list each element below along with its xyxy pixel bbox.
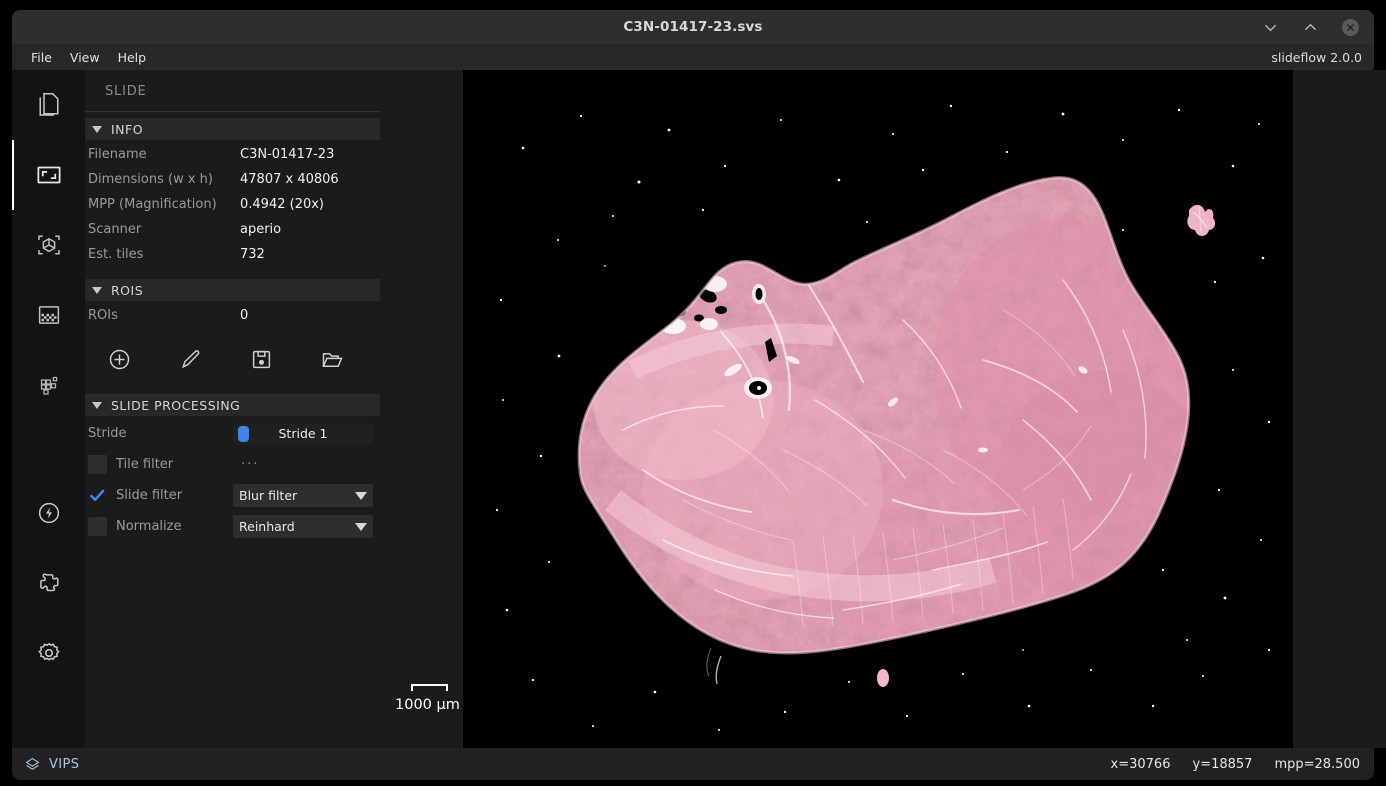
active-indicator — [12, 140, 14, 210]
slide-filter-value: Blur filter — [239, 488, 298, 503]
rail-item-documents[interactable] — [12, 70, 85, 140]
load-roi-icon[interactable] — [318, 345, 346, 373]
roi-toolbar — [85, 328, 380, 390]
slide-viewer[interactable]: 1000 µm — [380, 70, 1386, 748]
info-row-mpp: MPP (Magnification) 0.4942 (20x) — [85, 192, 380, 217]
slide-filter-checkbox[interactable] — [88, 486, 107, 505]
slide-filter-dropdown[interactable]: Blur filter — [233, 484, 373, 507]
tile-filter-more-button[interactable]: ··· — [241, 457, 259, 472]
section-title-slide-processing: SLIDE PROCESSING — [111, 397, 241, 413]
panel-title: SLIDE — [105, 84, 147, 99]
normalize-checkbox[interactable] — [88, 517, 107, 536]
rail-item-settings[interactable] — [12, 618, 85, 688]
tile-filter-row: Tile filter ··· — [85, 449, 380, 480]
stride-row: Stride Stride 1 — [85, 418, 380, 449]
rail-spacer — [12, 420, 85, 478]
chevron-down-icon — [355, 522, 367, 531]
info-row-scanner: Scanner aperio — [85, 217, 380, 242]
scale-bar-line — [411, 684, 448, 691]
chevron-down-icon — [355, 491, 367, 500]
slide-filter-row: Slide filter Blur filter — [85, 480, 380, 511]
window-controls — [1260, 10, 1360, 44]
info-value: 732 — [240, 247, 265, 262]
chevron-up-icon[interactable] — [1300, 17, 1320, 37]
normalize-dropdown[interactable]: Reinhard — [233, 515, 373, 538]
edit-roi-icon[interactable] — [176, 345, 204, 373]
normalize-row: Normalize Reinhard — [85, 511, 380, 542]
stride-slider[interactable]: Stride 1 — [233, 422, 373, 445]
info-label: Dimensions (w x h) — [88, 172, 213, 187]
coord-y: y=18857 — [1192, 756, 1253, 772]
version-label: slideflow 2.0.0 — [1271, 49, 1362, 65]
section-header-rois[interactable]: ROIS — [85, 279, 380, 301]
rois-value: 0 — [240, 308, 249, 323]
collapse-triangle-icon — [92, 286, 102, 294]
section-title-info: INFO — [111, 121, 144, 137]
cursor-coordinates: x=30766 y=18857 mpp=28.500 — [1111, 757, 1360, 772]
chevron-down-icon[interactable] — [1260, 17, 1280, 37]
rail-item-heatmap[interactable] — [12, 350, 85, 420]
normalize-label: Normalize — [116, 519, 182, 534]
rail-item-slide[interactable] — [12, 140, 85, 210]
stride-label: Stride — [88, 426, 127, 441]
rail-item-mosaic[interactable] — [12, 280, 85, 350]
section-header-info[interactable]: INFO — [85, 118, 380, 140]
close-icon[interactable] — [1340, 17, 1360, 37]
layers-icon — [25, 757, 40, 770]
add-roi-icon[interactable] — [105, 345, 133, 373]
tile-filter-checkbox[interactable] — [88, 455, 107, 474]
whole-slide-image — [463, 70, 1293, 748]
slideflow-window: C3N-01417-23.svs File View Help slideflo… — [0, 0, 1386, 786]
info-label: Est. tiles — [88, 247, 144, 262]
slide-panel: SLIDE INFO Filename C3N-01417-23 Dimensi… — [85, 70, 380, 748]
section-header-slide-processing[interactable]: SLIDE PROCESSING — [85, 394, 380, 416]
collapse-triangle-icon — [92, 125, 102, 133]
info-value: aperio — [240, 222, 282, 237]
coord-mpp: mpp=28.500 — [1274, 756, 1360, 772]
slide-filter-label: Slide filter — [116, 488, 183, 503]
status-bar: VIPS x=30766 y=18857 mpp=28.500 — [12, 748, 1374, 780]
info-row-filename: Filename C3N-01417-23 — [85, 142, 380, 167]
info-label: Scanner — [88, 222, 142, 237]
info-row-dimensions: Dimensions (w x h) 47807 x 40806 — [85, 167, 380, 192]
normalize-value: Reinhard — [239, 519, 295, 534]
info-value: 0.4942 (20x) — [240, 197, 324, 212]
backend-indicator[interactable]: VIPS — [24, 756, 79, 773]
menu-help[interactable]: Help — [109, 44, 156, 70]
info-label: Filename — [88, 147, 147, 162]
scale-bar: 1000 µm — [395, 684, 460, 713]
window-title: C3N-01417-23.svs — [623, 19, 763, 35]
menu-view[interactable]: View — [61, 44, 109, 70]
collapse-triangle-icon — [92, 401, 102, 409]
scale-bar-label: 1000 µm — [395, 697, 460, 713]
save-roi-icon[interactable] — [247, 345, 275, 373]
info-value: 47807 x 40806 — [240, 172, 339, 187]
stride-value: Stride 1 — [278, 426, 328, 441]
section-title-rois: ROIS — [111, 282, 144, 298]
rail-item-extensions[interactable] — [12, 548, 85, 618]
slide-canvas[interactable] — [463, 70, 1293, 748]
tile-filter-label: Tile filter — [116, 457, 174, 472]
backend-label: VIPS — [49, 756, 80, 772]
info-value: C3N-01417-23 — [240, 147, 335, 162]
rois-count-row: ROIs 0 — [85, 303, 380, 328]
menu-bar: File View Help slideflow 2.0.0 — [12, 44, 1374, 70]
panel-divider — [85, 111, 380, 112]
coord-x: x=30766 — [1110, 756, 1171, 772]
icon-rail — [12, 70, 85, 748]
rail-item-model[interactable] — [12, 210, 85, 280]
info-label: MPP (Magnification) — [88, 197, 217, 212]
title-bar: C3N-01417-23.svs — [12, 10, 1374, 44]
rail-item-performance[interactable] — [12, 478, 85, 548]
rois-label: ROIs — [88, 308, 118, 323]
menu-file[interactable]: File — [22, 44, 61, 70]
stride-slider-handle[interactable] — [238, 425, 249, 442]
info-row-est-tiles: Est. tiles 732 — [85, 242, 380, 267]
